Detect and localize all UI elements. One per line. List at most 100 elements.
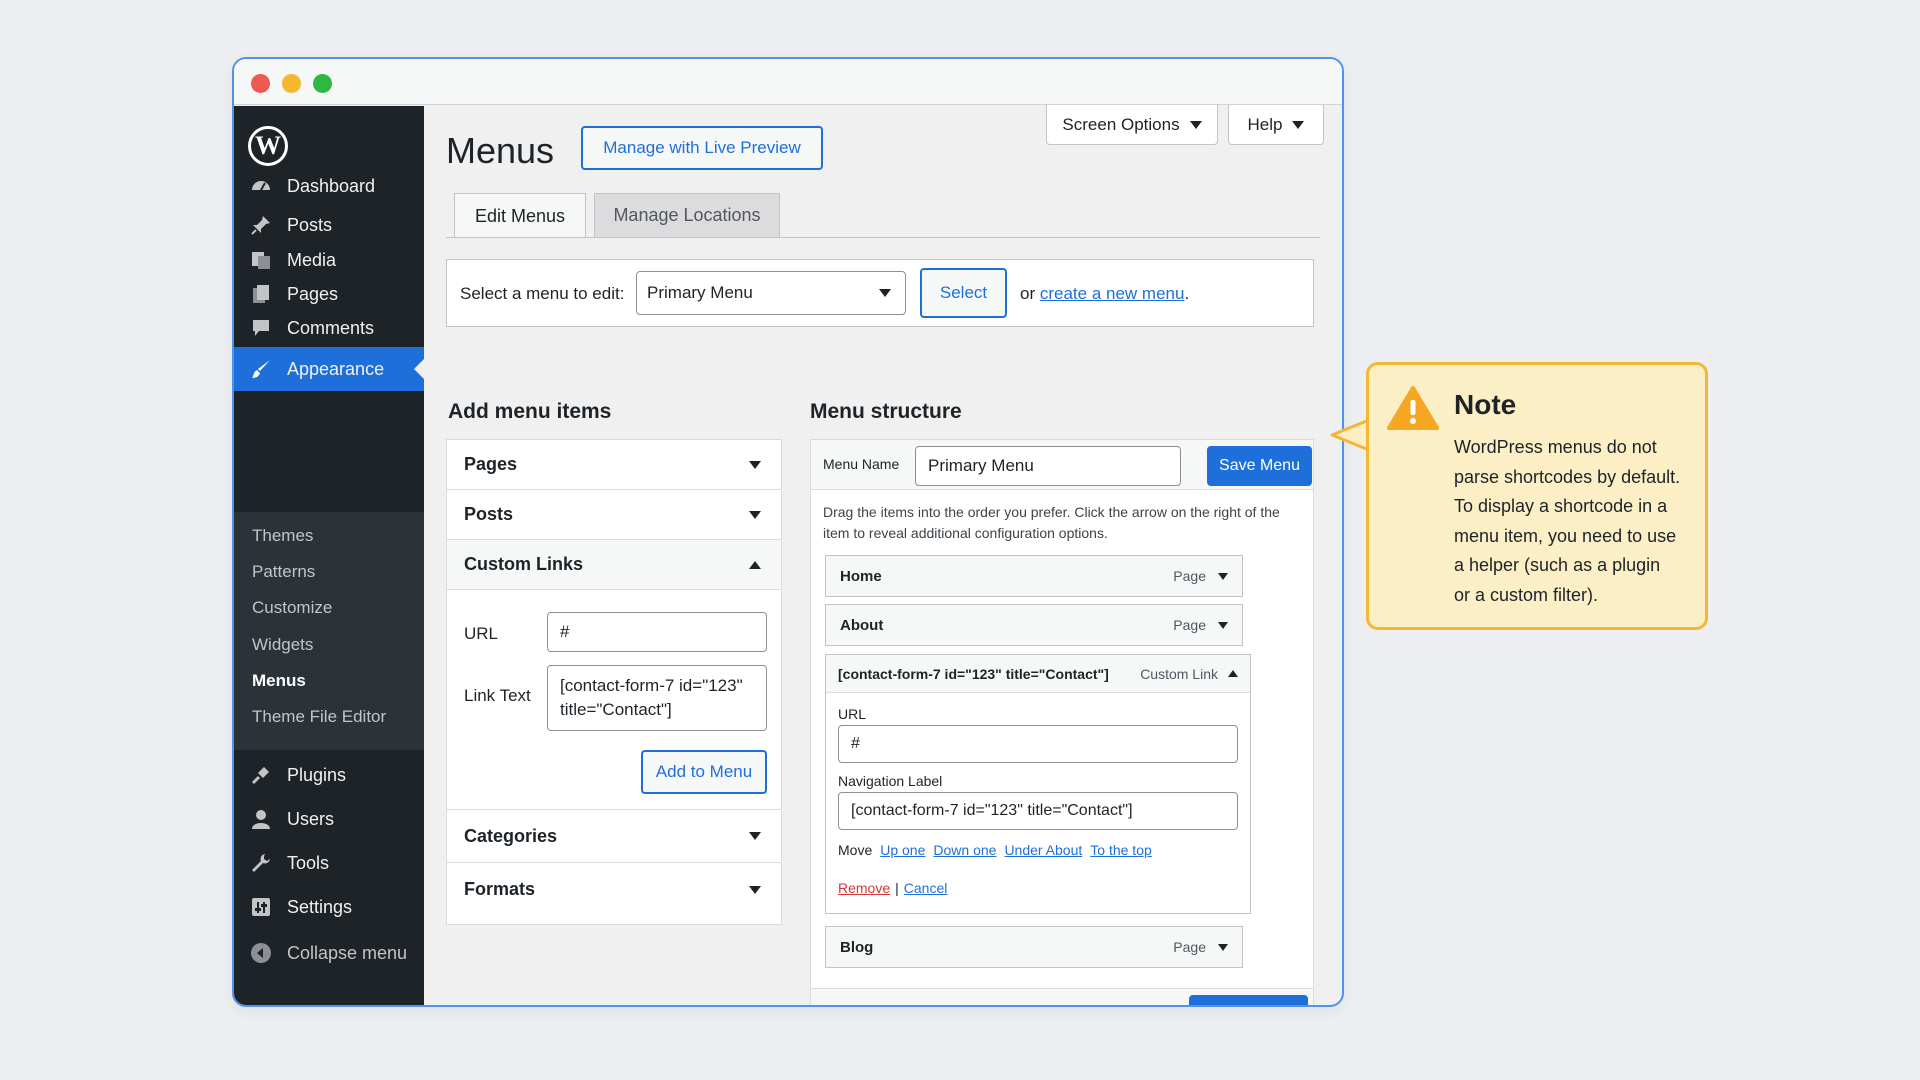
save-menu-button-bottom[interactable]: Save Menu <box>1189 995 1308 1005</box>
collapse-arrow-icon <box>249 941 273 965</box>
sidebar-item-label: Tools <box>287 852 330 873</box>
chevron-down-icon <box>749 510 761 519</box>
select-menu-label: Select a menu to edit: <box>460 284 625 303</box>
submenu-item-customize[interactable]: Customize <box>252 598 332 618</box>
menu-instructions: Drag the items into the order you prefer… <box>823 502 1280 544</box>
sidebar-item-settings[interactable]: Settings <box>234 885 424 929</box>
submenu-item-themes[interactable]: Themes <box>252 526 313 546</box>
menu-item-home[interactable]: Home Page <box>825 555 1243 597</box>
menu-structure-header: Menu Name Primary Menu Save Menu <box>811 440 1313 490</box>
chevron-down-icon[interactable] <box>1218 621 1228 629</box>
accordion-title: Pages <box>464 454 518 474</box>
tab-edit-menus[interactable]: Edit Menus <box>454 193 586 238</box>
item-url-input[interactable]: # <box>838 725 1238 763</box>
wordpress-logo-icon[interactable]: W <box>248 126 288 166</box>
media-icon <box>249 248 273 272</box>
note-title: Note <box>1454 389 1517 420</box>
maximize-window-button[interactable] <box>313 74 332 93</box>
custom-url-input[interactable]: # <box>547 612 767 652</box>
sidebar-item-label: Pages <box>287 283 339 304</box>
tab-manage-locations[interactable]: Manage Locations <box>594 193 780 237</box>
submenu-item-theme-file-editor[interactable]: Theme File Editor <box>252 707 386 727</box>
add-menu-items-heading: Add menu items <box>448 400 612 423</box>
remove-link[interactable]: Remove <box>838 880 890 896</box>
warning-icon <box>1387 386 1439 430</box>
screen-options-button[interactable]: Screen Options <box>1046 105 1218 145</box>
sidebar-item-label: Comments <box>287 317 375 338</box>
submenu-item-menus[interactable]: Menus <box>252 671 306 691</box>
accordion-title: Formats <box>464 879 536 899</box>
chevron-down-icon[interactable] <box>1218 943 1228 951</box>
menu-item-about[interactable]: About Page <box>825 604 1243 646</box>
sidebar-item-label: Posts <box>287 214 333 235</box>
chevron-up-icon[interactable] <box>1228 670 1238 677</box>
collapse-menu-button[interactable]: Collapse menu <box>234 931 424 975</box>
sidebar-item-users[interactable]: Users <box>234 797 424 841</box>
menu-item-type: Custom Link <box>1140 665 1218 682</box>
sidebar-item-label: Media <box>287 249 337 270</box>
accordion-title: Custom Links <box>464 554 584 574</box>
sidebar-item-label: Plugins <box>287 764 347 785</box>
sidebar-item-dashboard[interactable]: Dashboard <box>234 164 424 208</box>
sidebar-item-tools[interactable]: Tools <box>234 841 424 885</box>
title-bar <box>234 59 1342 105</box>
settings-icon <box>249 895 273 919</box>
close-window-button[interactable] <box>251 74 270 93</box>
chevron-down-icon <box>749 832 761 840</box>
appearance-submenu: Themes Patterns Customize Widgets Menus … <box>234 512 424 750</box>
menu-item-blog[interactable]: Blog Page <box>825 926 1243 968</box>
move-down-one-link[interactable]: Down one <box>933 842 996 858</box>
formats-accordion[interactable]: Formats <box>447 863 781 916</box>
item-actions: Remove | Cancel <box>838 880 947 896</box>
chevron-down-icon <box>749 885 761 894</box>
submenu-item-widgets[interactable]: Widgets <box>252 635 313 655</box>
menu-item-type: Page <box>1173 617 1206 633</box>
menu-name-label: Menu Name <box>823 456 900 472</box>
link-text-line: title="Contact"] <box>560 700 672 719</box>
posts-accordion[interactable]: Posts <box>447 490 781 540</box>
chevron-down-icon[interactable] <box>1218 572 1228 580</box>
select-button[interactable]: Select <box>920 268 1007 318</box>
menu-select-dropdown[interactable]: Primary Menu <box>636 271 906 315</box>
expanded-item-header[interactable]: [contact-form-7 id="123" title="Contact"… <box>826 655 1250 693</box>
sidebar-item-appearance[interactable]: Appearance <box>234 347 424 391</box>
sidebar-item-plugins[interactable]: Plugins <box>234 753 424 797</box>
menu-structure-panel: Menu Name Primary Menu Save Menu Drag th… <box>810 439 1314 1005</box>
admin-sidebar: W Dashboard Posts Media Pages Comments A… <box>234 106 424 1005</box>
move-under-about-link[interactable]: Under About <box>1004 842 1082 858</box>
chevron-down-icon <box>1189 120 1202 129</box>
note-callout: Note WordPress menus do not parse shortc… <box>1366 362 1708 630</box>
chevron-up-icon <box>749 560 761 569</box>
main-content: Menus Manage with Live Preview Screen Op… <box>424 105 1342 1005</box>
menu-name-input[interactable]: Primary Menu <box>915 446 1181 486</box>
move-up-one-link[interactable]: Up one <box>880 842 925 858</box>
submenu-item-patterns[interactable]: Patterns <box>252 562 315 582</box>
sidebar-item-comments[interactable]: Comments <box>234 306 424 350</box>
menu-item-title: About <box>840 616 884 634</box>
move-label: Move <box>838 842 873 858</box>
save-menu-button-top[interactable]: Save Menu <box>1207 446 1312 486</box>
item-url-label: URL <box>838 706 867 722</box>
nav-label-input[interactable]: [contact-form-7 id="123" title="Contact"… <box>838 792 1238 830</box>
dashboard-icon <box>249 174 273 198</box>
chevron-down-icon <box>1292 120 1305 129</box>
categories-accordion[interactable]: Categories <box>447 810 781 863</box>
move-to-top-link[interactable]: To the top <box>1090 842 1152 858</box>
custom-links-accordion[interactable]: Custom Links <box>447 540 781 590</box>
sidebar-item-label: Dashboard <box>287 175 376 196</box>
manage-live-preview-button[interactable]: Manage with Live Preview <box>581 126 823 170</box>
help-label: Help <box>1247 114 1283 134</box>
sidebar-item-label: Settings <box>287 896 353 917</box>
add-to-menu-button[interactable]: Add to Menu <box>641 750 767 794</box>
wrench-icon <box>249 851 273 875</box>
pages-accordion[interactable]: Pages <box>447 440 781 490</box>
nav-label-label: Navigation Label <box>838 773 943 789</box>
help-button[interactable]: Help <box>1228 105 1324 145</box>
instructions-line: item to reveal additional configuration … <box>823 525 1108 541</box>
link-text-input[interactable]: [contact-form-7 id="123" title="Contact"… <box>547 665 767 731</box>
collapse-menu-label: Collapse menu <box>287 942 408 963</box>
create-new-menu-link[interactable]: create a new menu <box>1040 284 1185 303</box>
cancel-link[interactable]: Cancel <box>904 880 948 896</box>
menu-structure-heading: Menu structure <box>810 400 962 423</box>
minimize-window-button[interactable] <box>282 74 301 93</box>
